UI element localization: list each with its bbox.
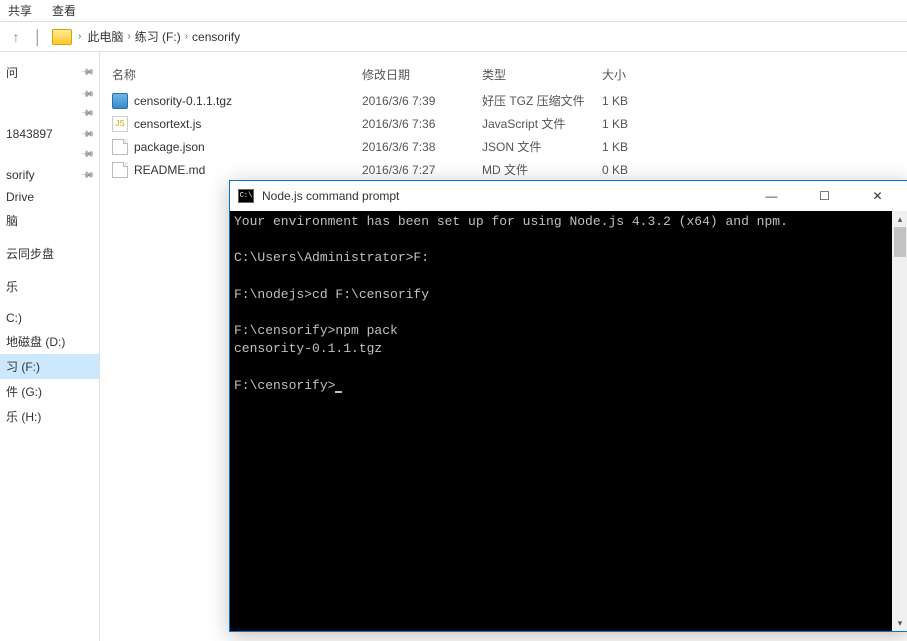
file-size: 1 KB (602, 117, 672, 131)
col-type[interactable]: 类型 (482, 66, 602, 83)
sidebar-item-label: 地磁盘 (D:) (6, 333, 65, 350)
chevron-right-icon: › (185, 31, 188, 42)
breadcrumb-folder[interactable]: censorify (192, 30, 240, 44)
sidebar-item-label: Drive (6, 190, 34, 204)
sidebar-item[interactable]: 1843897 📌 (0, 123, 99, 145)
sidebar-item[interactable]: 📌 (0, 145, 99, 164)
chevron-right-icon[interactable]: › (78, 31, 81, 42)
sidebar-item[interactable]: 📌 (0, 104, 99, 123)
file-date: 2016/3/6 7:36 (362, 117, 482, 131)
file-type: JavaScript 文件 (482, 115, 602, 132)
file-row[interactable]: README.md 2016/3/6 7:27MD 文件0 KB (112, 158, 895, 181)
cmd-icon: C:\ (238, 189, 254, 203)
sidebar-item[interactable]: C:) (0, 307, 99, 329)
file-type: 好压 TGZ 压缩文件 (482, 92, 602, 109)
nav-sep-icon: │ (30, 29, 46, 45)
file-date: 2016/3/6 7:39 (362, 94, 482, 108)
chevron-right-icon: › (127, 31, 130, 42)
file-type: MD 文件 (482, 161, 602, 178)
sidebar-item[interactable]: 地磁盘 (D:) (0, 329, 99, 354)
cursor (335, 391, 342, 393)
sidebar-item[interactable]: 问📌 (0, 60, 99, 85)
sidebar-item-label: 件 (G:) (6, 383, 42, 400)
terminal-title: Node.js command prompt (262, 189, 741, 203)
file-size: 1 KB (602, 94, 672, 108)
pin-icon: 📌 (80, 87, 96, 103)
sidebar-item-label: sorify (6, 168, 35, 182)
sidebar-item[interactable]: 乐 (H:) (0, 404, 99, 429)
sidebar-item-label: 乐 (6, 278, 18, 295)
nav-up-icon[interactable]: ↑ (8, 29, 24, 45)
sidebar-item[interactable] (0, 299, 99, 307)
sidebar-item[interactable]: 件 (G:) (0, 379, 99, 404)
col-size[interactable]: 大小 (602, 66, 672, 83)
breadcrumb-pc[interactable]: 此电脑 (87, 28, 123, 45)
scroll-up-icon[interactable]: ▴ (892, 211, 907, 227)
sidebar-item-label: 脑 (6, 212, 18, 229)
maximize-button[interactable]: ☐ (802, 182, 847, 210)
close-button[interactable]: ✕ (855, 182, 900, 210)
menu-share[interactable]: 共享 (8, 2, 32, 19)
column-headers: 名称 修改日期 类型 大小 (112, 60, 895, 89)
file-size: 0 KB (602, 163, 672, 177)
scrollbar[interactable]: ▴ ▾ (892, 211, 907, 631)
sidebar: 问📌📌📌1843897📌📌sorify📌Drive脑云同步盘乐C:)地磁盘 (D… (0, 52, 100, 641)
breadcrumb: 此电脑 › 练习 (F:) › censorify (87, 28, 240, 45)
col-date[interactable]: 修改日期 (362, 66, 482, 83)
menu-view[interactable]: 查看 (52, 2, 76, 19)
sidebar-item-label: 问 (6, 64, 18, 81)
sidebar-item[interactable]: 脑 (0, 208, 99, 233)
file-type: JSON 文件 (482, 138, 602, 155)
sidebar-item[interactable]: Drive (0, 186, 99, 208)
sidebar-item-label: 1843897 (6, 127, 53, 141)
terminal-body: Your environment has been set up for usi… (230, 211, 907, 631)
sidebar-item[interactable]: sorify 📌 (0, 164, 99, 186)
file-row[interactable]: package.json 2016/3/6 7:38JSON 文件1 KB (112, 135, 895, 158)
pin-icon: 📌 (80, 147, 96, 163)
terminal-window: C:\ Node.js command prompt — ☐ ✕ Your en… (229, 180, 907, 632)
scroll-down-icon[interactable]: ▾ (892, 615, 907, 631)
scroll-track[interactable] (892, 227, 907, 615)
file-date: 2016/3/6 7:27 (362, 163, 482, 177)
pin-icon: 📌 (80, 65, 96, 81)
top-menu: 共享 查看 (0, 0, 907, 22)
folder-icon (52, 29, 72, 45)
file-icon (112, 162, 128, 178)
sidebar-item[interactable]: 云同步盘 (0, 241, 99, 266)
file-icon (112, 139, 128, 155)
minimize-button[interactable]: — (749, 182, 794, 210)
sidebar-item-label: 习 (F:) (6, 358, 40, 375)
scroll-thumb[interactable] (894, 227, 906, 257)
js-icon: JS (112, 116, 128, 132)
pin-icon: 📌 (80, 167, 96, 183)
sidebar-item[interactable] (0, 266, 99, 274)
sidebar-item-label: C:) (6, 311, 22, 325)
sidebar-item-label: 乐 (H:) (6, 408, 41, 425)
terminal-content[interactable]: Your environment has been set up for usi… (230, 211, 892, 631)
file-name: README.md (134, 163, 205, 177)
file-name: censority-0.1.1.tgz (134, 94, 232, 108)
file-row[interactable]: censority-0.1.1.tgz 2016/3/6 7:39好压 TGZ 压… (112, 89, 895, 112)
sidebar-item[interactable]: 📌 (0, 85, 99, 104)
col-name[interactable]: 名称 (112, 66, 362, 83)
address-bar: ↑ │ › 此电脑 › 练习 (F:) › censorify (0, 22, 907, 52)
file-name: package.json (134, 140, 205, 154)
sidebar-item[interactable] (0, 429, 99, 437)
archive-icon (112, 93, 128, 109)
file-name: censortext.js (134, 117, 201, 131)
file-row[interactable]: JS censortext.js 2016/3/6 7:36JavaScript 文… (112, 112, 895, 135)
file-date: 2016/3/6 7:38 (362, 140, 482, 154)
pin-icon: 📌 (80, 106, 96, 122)
pin-icon: 📌 (80, 126, 96, 142)
sidebar-item[interactable]: 乐 (0, 274, 99, 299)
file-size: 1 KB (602, 140, 672, 154)
sidebar-item[interactable]: 习 (F:) (0, 354, 99, 379)
sidebar-item-label: 云同步盘 (6, 245, 54, 262)
sidebar-item[interactable] (0, 233, 99, 241)
breadcrumb-drive[interactable]: 练习 (F:) (135, 28, 181, 45)
terminal-titlebar[interactable]: C:\ Node.js command prompt — ☐ ✕ (230, 181, 907, 211)
